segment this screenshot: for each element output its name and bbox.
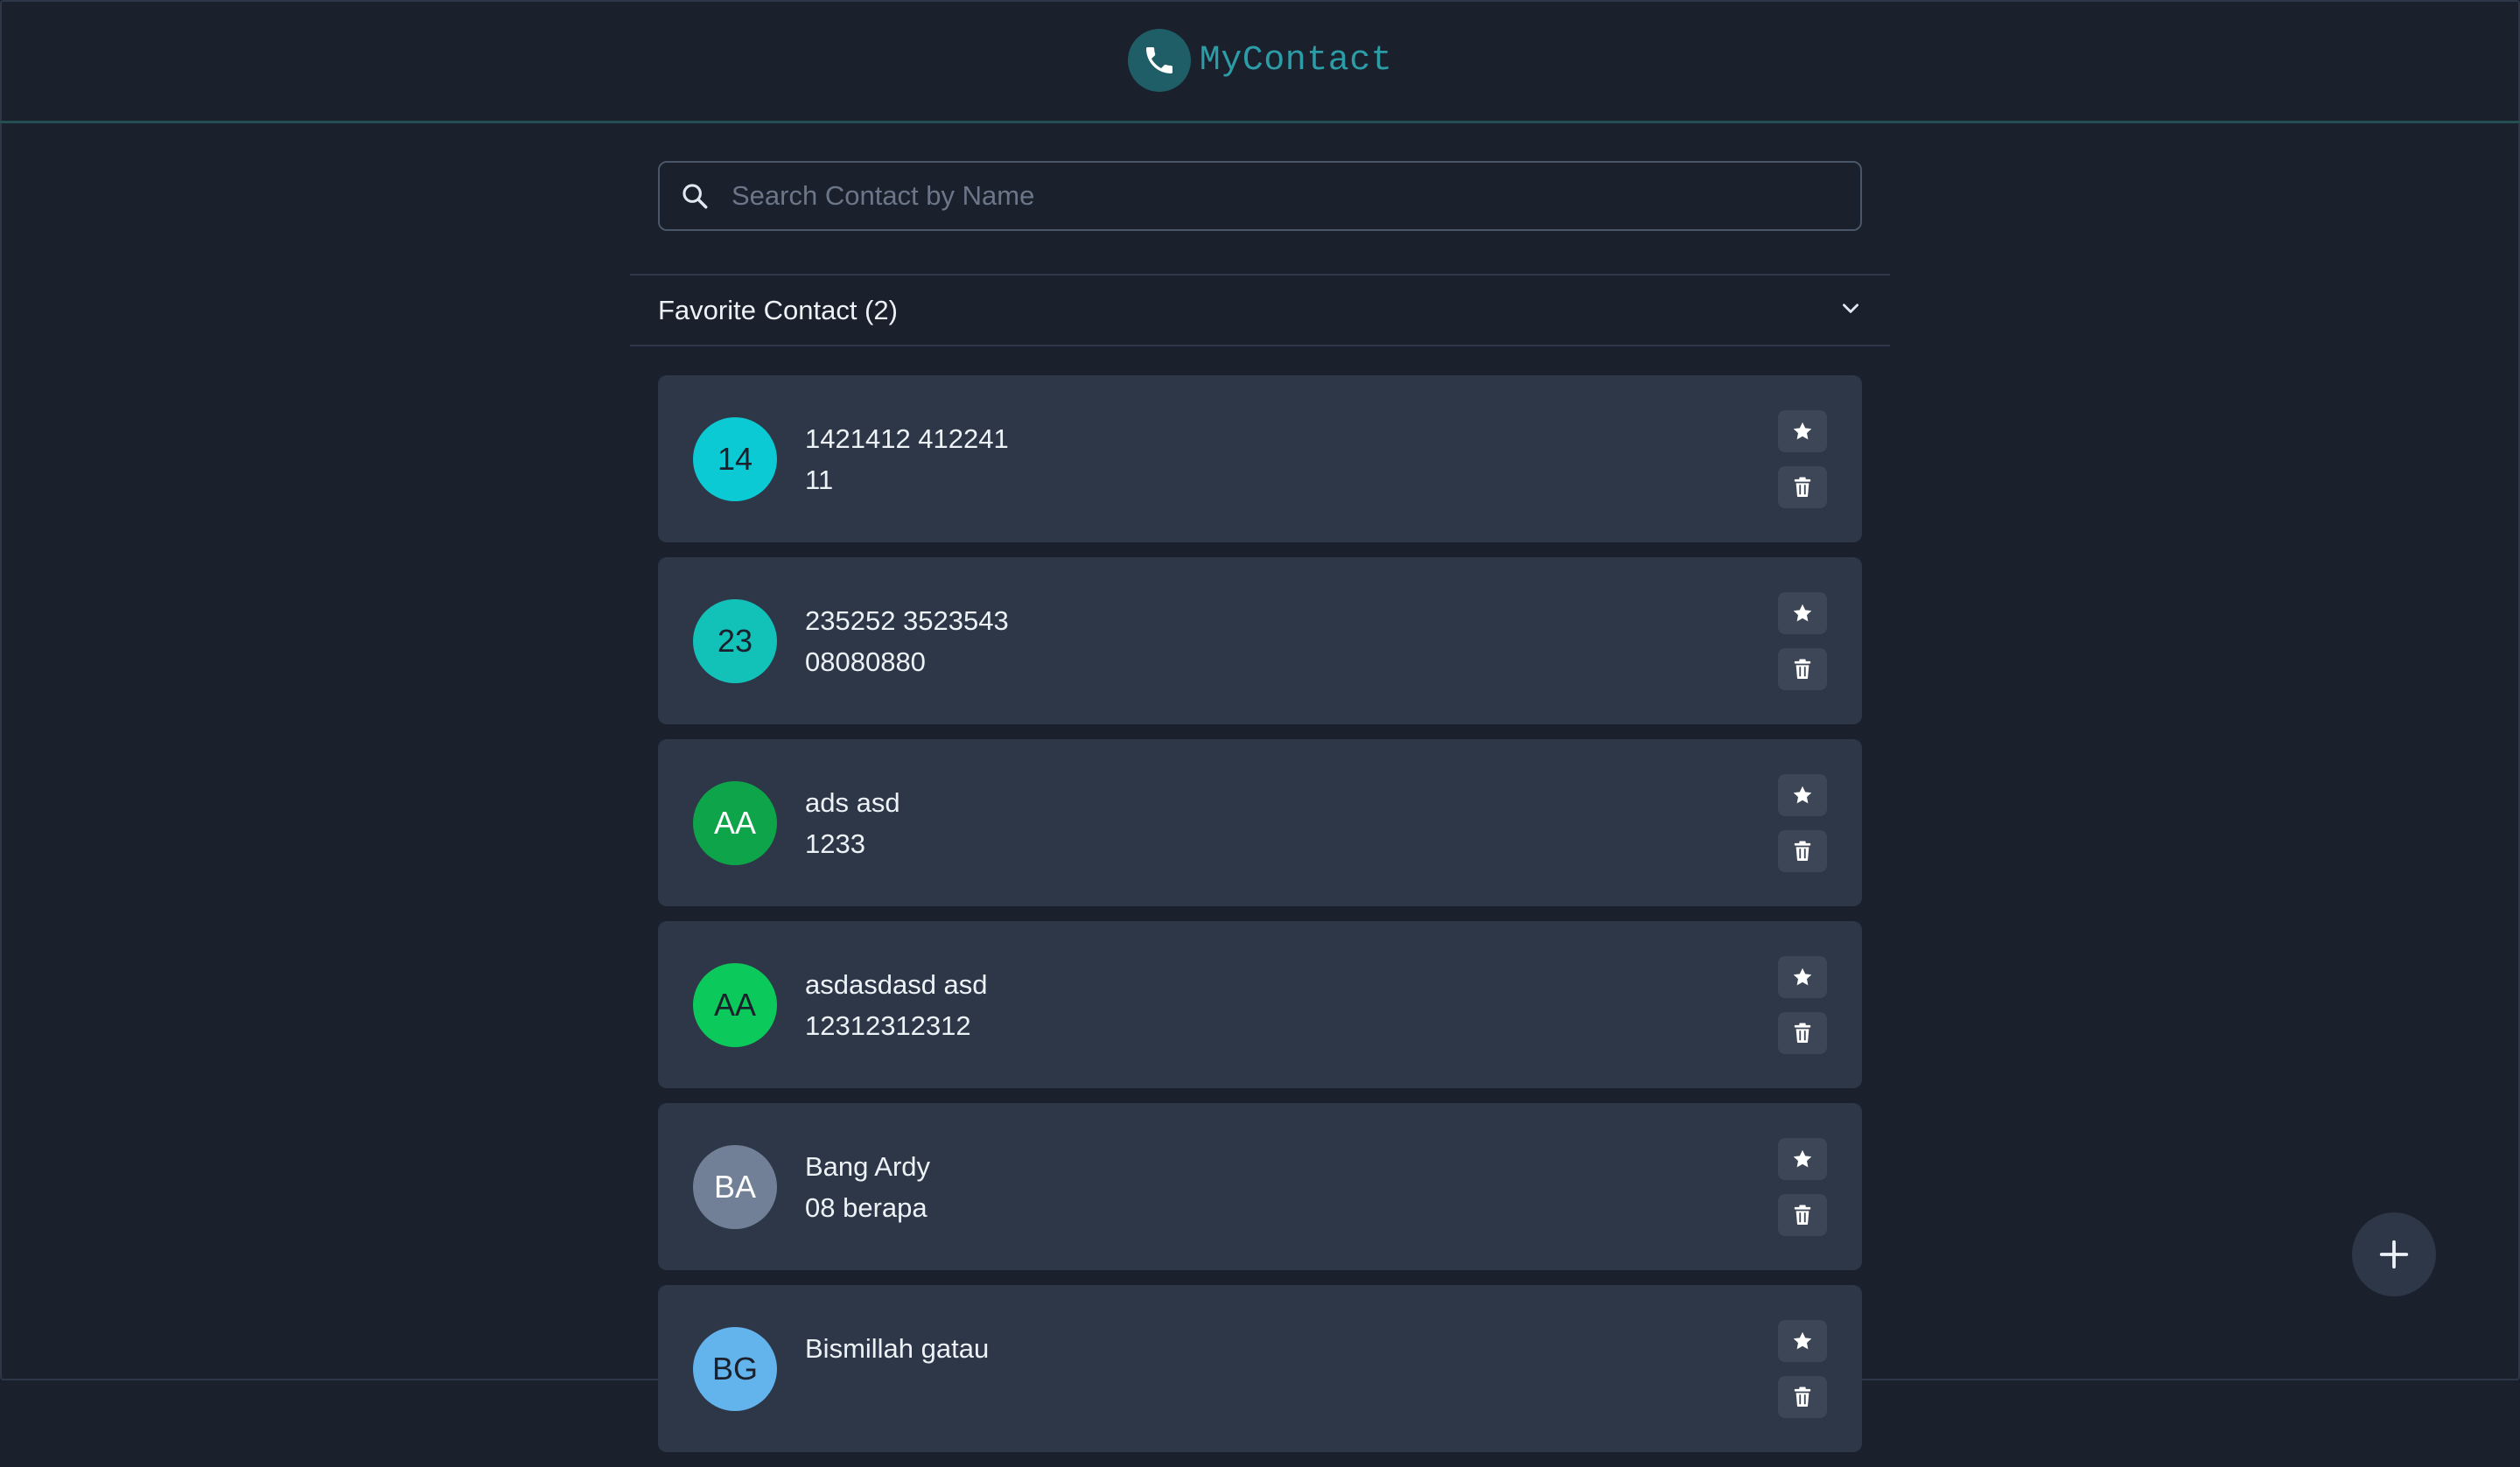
contact-card[interactable]: BA Bang Ardy 08 berapa (658, 1103, 1862, 1270)
chevron-down-icon (1839, 297, 1862, 324)
contact-card[interactable]: AA ads asd 1233 (658, 739, 1862, 906)
star-icon (1793, 604, 1812, 622)
contact-info: 1421412 412241 11 (805, 419, 1009, 501)
avatar: BG (693, 1327, 777, 1411)
delete-button[interactable] (1778, 466, 1827, 508)
trash-icon (1794, 1023, 1811, 1043)
add-contact-button[interactable] (2352, 1212, 2436, 1296)
favorite-button[interactable] (1778, 410, 1827, 452)
contact-info: asdasdasd asd 12312312312 (805, 965, 988, 1047)
phone-icon (1127, 29, 1191, 92)
delete-button[interactable] (1778, 1376, 1827, 1418)
contact-phone: 1233 (805, 828, 865, 859)
search-box[interactable] (658, 161, 1862, 231)
contact-actions (1778, 1138, 1827, 1236)
delete-button[interactable] (1778, 1194, 1827, 1236)
app-title: MyContact (1199, 40, 1393, 80)
avatar-initials: AA (713, 805, 757, 841)
avatar-initials: 14 (717, 441, 753, 477)
contact-actions (1778, 410, 1827, 508)
favorite-button[interactable] (1778, 592, 1827, 634)
contact-actions (1778, 592, 1827, 690)
avatar: BA (693, 1145, 777, 1229)
star-icon (1793, 1149, 1812, 1168)
contact-card[interactable]: BG Bismillah gatau (658, 1285, 1862, 1452)
contact-name: Bismillah gatau (805, 1333, 990, 1364)
accordion-title: Favorite Contact (2) (658, 294, 898, 325)
star-icon (1793, 1331, 1812, 1350)
avatar-initials: 23 (717, 623, 753, 659)
avatar: 14 (693, 417, 777, 501)
avatar: 23 (693, 599, 777, 683)
star-icon (1793, 786, 1812, 804)
avatar: AA (693, 963, 777, 1047)
contact-info: ads asd 1233 (805, 783, 900, 865)
contact-card[interactable]: AA asdasdasd asd 12312312312 (658, 921, 1862, 1088)
trash-icon (1794, 1387, 1811, 1407)
contact-name: 235252 3523543 (805, 605, 1009, 636)
trash-icon (1794, 659, 1811, 679)
delete-button[interactable] (1778, 830, 1827, 872)
avatar-initials: AA (713, 987, 757, 1023)
contact-name: ads asd (805, 787, 900, 818)
contact-card[interactable]: 14 1421412 412241 11 (658, 375, 1862, 542)
favorite-button[interactable] (1778, 1320, 1827, 1362)
contact-phone: 08080880 (805, 646, 926, 677)
contact-actions (1778, 774, 1827, 872)
contact-phone: 11 (805, 465, 834, 495)
avatar-initials: BG (711, 1351, 758, 1387)
contact-list: 14 1421412 412241 11 23 235252 3523543 0… (658, 375, 1862, 1467)
contact-actions (1778, 956, 1827, 1054)
contact-info: Bismillah gatau (805, 1329, 989, 1369)
favorite-button[interactable] (1778, 1138, 1827, 1180)
favorite-button[interactable] (1778, 774, 1827, 816)
contact-name: Bang Ardy (805, 1151, 931, 1182)
avatar-initials: BA (713, 1169, 757, 1205)
trash-icon (1794, 477, 1811, 497)
contact-card[interactable]: 23 235252 3523543 08080880 (658, 557, 1862, 724)
favorite-button[interactable] (1778, 956, 1827, 998)
trash-icon (1794, 841, 1811, 861)
delete-button[interactable] (1778, 648, 1827, 690)
contact-info: 235252 3523543 08080880 (805, 601, 1009, 683)
contact-actions (1778, 1320, 1827, 1418)
contact-name: asdasdasd asd (805, 969, 988, 1000)
search-icon (660, 181, 730, 211)
search-input[interactable] (730, 162, 1860, 230)
trash-icon (1794, 1205, 1811, 1225)
favorite-contacts-accordion[interactable]: Favorite Contact (2) (630, 274, 1890, 346)
contact-info: Bang Ardy 08 berapa (805, 1147, 930, 1229)
plus-icon (2379, 1240, 2409, 1269)
brand[interactable]: MyContact (1127, 29, 1393, 92)
app-header: MyContact (0, 0, 2520, 123)
contact-name: 1421412 412241 (805, 423, 1009, 454)
contact-phone: 08 berapa (805, 1192, 928, 1223)
star-icon (1793, 422, 1812, 440)
star-icon (1793, 968, 1812, 986)
contact-phone: 12312312312 (805, 1010, 971, 1041)
delete-button[interactable] (1778, 1012, 1827, 1054)
avatar: AA (693, 781, 777, 865)
